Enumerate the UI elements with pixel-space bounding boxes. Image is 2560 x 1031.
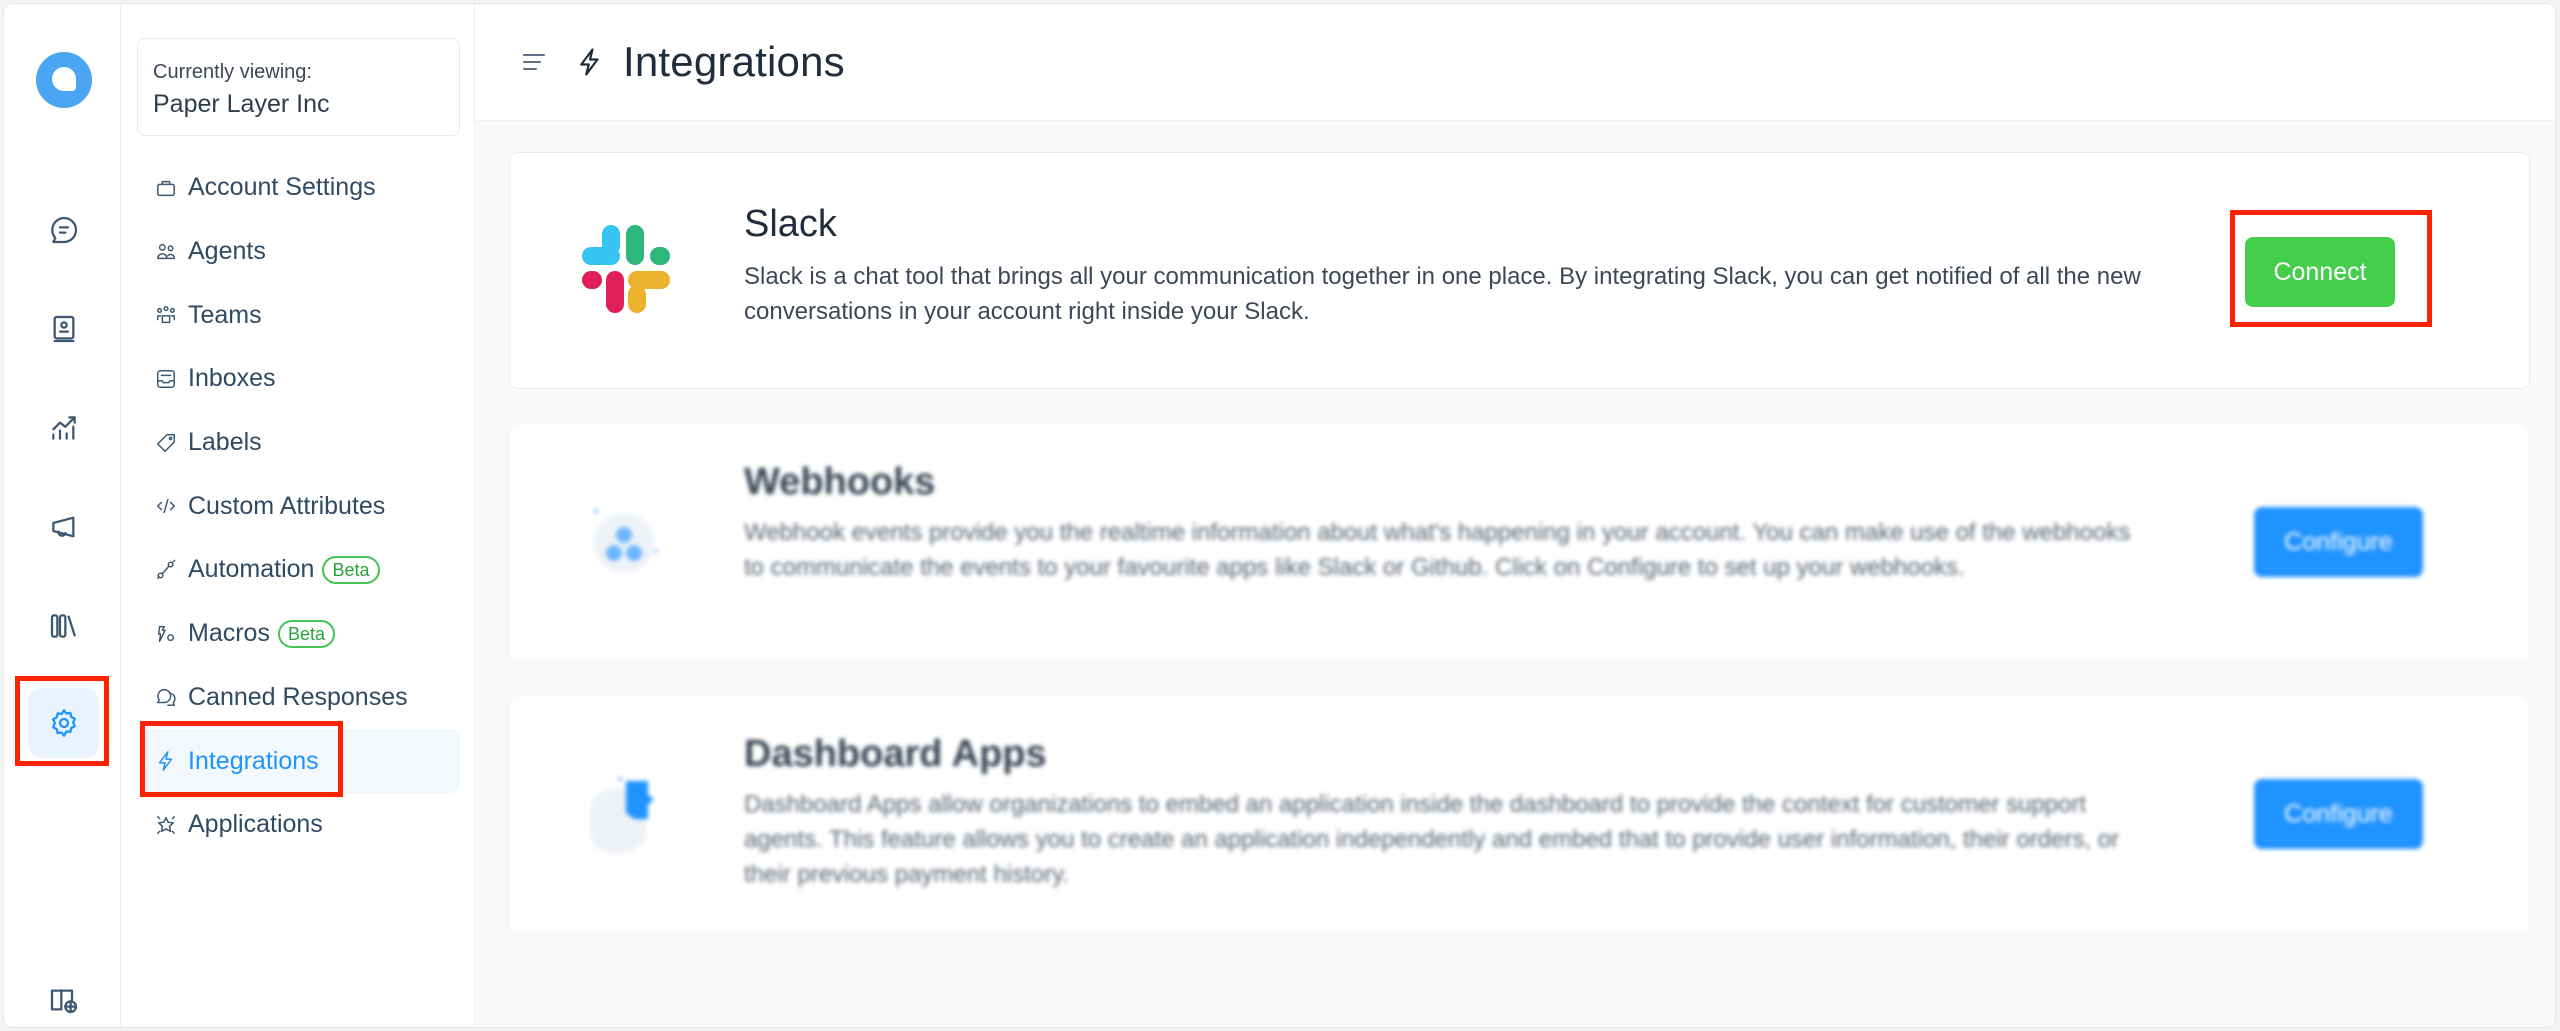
- contact-book-icon: [53, 315, 74, 343]
- help-center-book-globe-icon: [50, 989, 77, 1014]
- sidebar-item-label: Integrations: [188, 746, 319, 775]
- sidebar-item-inboxes[interactable]: Inboxes: [141, 347, 460, 411]
- account-label: Currently viewing:: [153, 61, 312, 83]
- rail-reports-button[interactable]: [28, 393, 99, 463]
- sidebar-item-label: Teams: [188, 300, 262, 329]
- settings-sidebar: Currently viewing: Paper Layer Inc Accou…: [121, 4, 475, 1027]
- team-icon: [157, 306, 175, 324]
- code-icon: [157, 499, 175, 514]
- beta-badge: Beta: [322, 555, 380, 584]
- account-name: Paper Layer Inc: [153, 90, 330, 118]
- sidebar-item-label: Agents: [188, 237, 266, 266]
- megaphone-icon: [51, 516, 74, 538]
- chart-trend-icon: [51, 416, 76, 440]
- sidebar-item-integrations[interactable]: Integrations: [141, 729, 460, 793]
- sidebar-item-label: Inboxes: [188, 364, 276, 393]
- sidebar-item-label: Canned Responses: [188, 682, 408, 711]
- rail-help-center-button[interactable]: [28, 965, 99, 1027]
- flash-icon: [158, 751, 173, 771]
- page-header: Integrations: [475, 4, 2555, 121]
- rail-library-button[interactable]: [28, 591, 99, 661]
- sidebar-item-label: Account Settings: [188, 173, 376, 202]
- account-switcher[interactable]: Currently viewing: Paper Layer Inc: [137, 38, 460, 136]
- dashboard-apps-configure-button[interactable]: Configure: [2254, 779, 2423, 849]
- people-icon: [157, 243, 175, 259]
- menu-toggle-icon[interactable]: [523, 54, 545, 70]
- star-emphasis-icon: [157, 815, 175, 834]
- sidebar-item-label: Custom Attributes: [188, 491, 386, 520]
- integration-name: Slack: [744, 203, 837, 245]
- sidebar-item-agents[interactable]: Agents: [141, 220, 460, 284]
- flash-icon: [580, 48, 599, 76]
- integration-description: Dashboard Apps allow organizations to em…: [744, 791, 2120, 888]
- sidebar-item-macros[interactable]: Macros Beta: [141, 602, 460, 666]
- integration-description: Webhook events provide you the realtime …: [744, 519, 2131, 581]
- webhook-illustration-icon: [594, 509, 658, 573]
- sidebar-item-applications[interactable]: Applications: [141, 793, 460, 857]
- integration-card-slack: Slack Slack is a chat tool that brings a…: [509, 152, 2530, 389]
- inbox-icon: [157, 369, 175, 388]
- briefcase-icon: [157, 180, 175, 196]
- sidebar-item-label: Macros: [188, 619, 270, 648]
- automation-icon: [157, 559, 176, 579]
- sidebar-item-canned-responses[interactable]: Canned Responses: [141, 666, 460, 730]
- app-window: Currently viewing: Paper Layer Inc Accou…: [3, 3, 2556, 1028]
- sidebar-item-account-settings[interactable]: Account Settings: [141, 156, 460, 220]
- app-logo[interactable]: [36, 52, 92, 108]
- chat-multiple-icon: [157, 689, 176, 707]
- sidebar-item-label: Applications: [188, 810, 323, 839]
- sidebar-item-label: Labels: [188, 428, 262, 457]
- gear-icon: [51, 709, 76, 737]
- settings-nav: Account Settings Agents Teams Inboxes La…: [141, 156, 460, 857]
- slack-connect-button[interactable]: Connect: [2245, 237, 2395, 307]
- primary-nav-rail: [4, 4, 121, 1027]
- webhooks-configure-button[interactable]: Configure: [2254, 507, 2423, 577]
- sidebar-item-custom-attributes[interactable]: Custom Attributes: [141, 474, 460, 538]
- main-content: Integrations Slack Slack is a chat tool …: [475, 4, 2555, 1027]
- rail-contacts-button[interactable]: [28, 294, 99, 364]
- sidebar-item-teams[interactable]: Teams: [141, 283, 460, 347]
- sidebar-item-automation[interactable]: Automation Beta: [141, 538, 460, 602]
- rail-conversations-button[interactable]: [28, 195, 99, 265]
- dashboard-apps-illustration-icon: [590, 777, 654, 853]
- integration-card-dashboard-apps: Dashboard Apps Dashboard Apps allow orga…: [509, 694, 2530, 934]
- page-title: Integrations: [623, 38, 845, 85]
- tag-icon: [157, 433, 175, 452]
- integration-card-webhooks: Webhooks Webhook events provide you the …: [509, 422, 2530, 662]
- beta-badge: Beta: [277, 619, 335, 648]
- slack-logo-icon: [582, 225, 670, 313]
- sidebar-item-labels[interactable]: Labels: [141, 411, 460, 475]
- sidebar-item-label: Automation: [188, 555, 315, 584]
- library-icon: [50, 614, 76, 638]
- integration-name: Dashboard Apps: [744, 733, 1047, 775]
- rail-campaigns-button[interactable]: [28, 492, 99, 562]
- integration-name: Webhooks: [744, 461, 936, 503]
- macro-icon: [157, 625, 175, 642]
- chat-bubble-icon: [50, 216, 77, 244]
- integration-description: Slack is a chat tool that brings all you…: [744, 263, 2141, 325]
- rail-settings-button[interactable]: [28, 688, 99, 758]
